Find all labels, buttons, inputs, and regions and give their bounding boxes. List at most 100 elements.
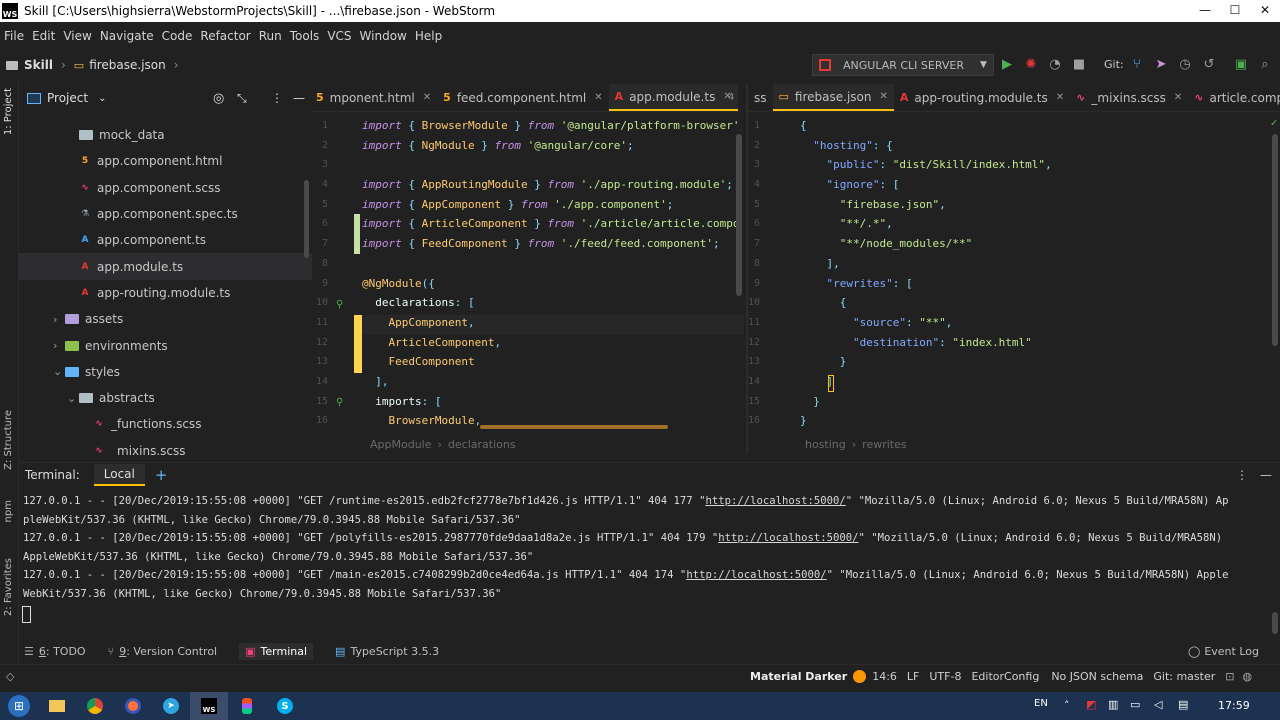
clock[interactable]: 17:59 <box>1218 699 1250 712</box>
tree-item[interactable]: › assets <box>19 306 312 332</box>
collapse-all-icon[interactable]: ⤡ <box>237 91 247 106</box>
terminal-output[interactable]: 127.0.0.1 - - [20/Dec/2019:15:55:08 +000… <box>19 492 1272 632</box>
breadcrumb-project[interactable]: Skill <box>24 58 53 72</box>
locate-icon[interactable]: ◎ <box>213 91 224 106</box>
hide-panel-icon[interactable]: — <box>293 91 305 105</box>
menu-navigate[interactable]: Navigate <box>100 29 154 43</box>
tree-item[interactable]: ∿ app.component.scss <box>19 175 312 201</box>
close-tab-icon[interactable]: ✕ <box>1174 92 1182 103</box>
hide-tool-windows-icon[interactable]: ◇ <box>6 670 14 683</box>
taskbar-webstorm[interactable]: WS <box>190 692 228 720</box>
search-icon[interactable]: ⌕ <box>1256 56 1274 74</box>
memory-indicator-icon[interactable]: ◍ <box>1242 670 1252 683</box>
start-button[interactable]: ⊞ <box>0 692 38 720</box>
event-log-button[interactable]: ◯ Event Log <box>1188 645 1259 658</box>
favorites-side-tab[interactable]: 2: Favorites <box>3 558 14 616</box>
run-icon[interactable]: ▶ <box>998 56 1016 74</box>
right-editor-vscroll[interactable] <box>1272 134 1278 346</box>
menu-code[interactable]: Code <box>162 29 193 43</box>
editor-tab[interactable]: Aapp.module.ts ✕ <box>608 84 738 111</box>
left-editor-code[interactable]: import { BrowserModule } from '@angular/… <box>362 116 742 428</box>
terminal-link[interactable]: http://localhost:5000/ <box>705 495 845 507</box>
menu-window[interactable]: Window <box>360 29 407 43</box>
tool-window-terminal[interactable]: ▣ Terminal <box>239 642 314 660</box>
maximize-button[interactable]: ☐ <box>1220 0 1250 22</box>
line-separator[interactable]: LF <box>907 670 919 683</box>
tool-window-typescript[interactable]: ▤ TypeScript 3.5.3 <box>335 645 439 658</box>
tree-item[interactable]: ∿ _mixins.scss <box>19 438 312 457</box>
git-branch[interactable]: Git: master <box>1153 670 1215 683</box>
minimize-button[interactable]: — <box>1190 0 1220 22</box>
tree-item[interactable]: ⚗ app.component.spec.ts <box>19 201 312 227</box>
editor-tab[interactable]: Aar <box>738 84 740 111</box>
terminal-link[interactable]: http://localhost:5000/ <box>686 569 826 581</box>
history-icon[interactable]: ◷ <box>1176 56 1194 74</box>
tree-item[interactable]: 5 app.component.html <box>19 148 312 174</box>
taskbar-skype[interactable]: S <box>266 692 304 720</box>
tree-item[interactable]: ⌄ styles <box>19 359 312 385</box>
taskbar-telegram[interactable]: ➤ <box>152 692 190 720</box>
close-tab-icon[interactable]: ✕ <box>880 91 888 102</box>
tray-display-icon[interactable]: ▭ <box>1130 698 1140 711</box>
git-update-icon[interactable]: ⑂ <box>1128 56 1146 74</box>
lock-icon[interactable]: ⊡ <box>1225 670 1234 683</box>
tree-item[interactable]: Aapp-routing.module.ts <box>19 280 312 306</box>
editor-tab[interactable]: Aapp-routing.module.ts ✕ <box>894 84 1070 111</box>
menu-help[interactable]: Help <box>415 29 442 43</box>
menu-file[interactable]: File <box>4 29 24 43</box>
terminal-link[interactable]: http://localhost:5000/ <box>718 532 858 544</box>
language-indicator[interactable]: EN <box>1034 698 1048 709</box>
menu-refactor[interactable]: Refactor <box>200 29 250 43</box>
tray-up-icon[interactable]: ˄ <box>1064 699 1070 712</box>
close-tab-icon[interactable]: ✕ <box>1056 92 1064 103</box>
tree-item[interactable]: › environments <box>19 332 312 358</box>
more-options-icon[interactable]: ⋮ <box>1236 468 1248 482</box>
git-push-icon[interactable]: ➤ <box>1152 56 1170 74</box>
project-scrollbar[interactable] <box>304 180 309 258</box>
breadcrumb-item[interactable]: declarations <box>448 438 516 451</box>
left-editor-hscroll[interactable] <box>480 425 668 429</box>
rollback-icon[interactable]: ↺ <box>1200 56 1218 74</box>
tool-window-vcs[interactable]: ⑂ 9: Version Control <box>108 645 218 658</box>
close-button[interactable]: ✕ <box>1250 0 1280 22</box>
tree-item[interactable]: mock_data <box>19 122 312 148</box>
right-editor-code[interactable]: { "hosting": { "public": "dist/Skill/ind… <box>800 116 1270 428</box>
more-options-icon[interactable]: ⋮ <box>271 91 283 105</box>
gutter-icon[interactable]: ⚲ <box>336 397 343 408</box>
breadcrumb-item[interactable]: AppModule <box>370 438 432 451</box>
editor-tab[interactable]: ∿ _mixins.scss ✕ <box>1070 84 1188 111</box>
caret-position[interactable]: 14:6 <box>872 670 897 683</box>
tree-item[interactable]: ∿ _functions.scss <box>19 411 312 437</box>
tray-network-icon[interactable]: ▥ <box>1108 698 1118 711</box>
editor-tab[interactable]: ss <box>748 84 773 111</box>
editor-tab[interactable]: 5 mponent.html ✕ <box>310 84 437 111</box>
menu-view[interactable]: View <box>63 29 91 43</box>
tab-overflow-count[interactable]: 4 <box>728 92 734 103</box>
run-configuration-select[interactable]: ANGULAR CLI SERVER ▼ <box>812 54 994 76</box>
menu-tools[interactable]: Tools <box>290 29 320 43</box>
taskbar-explorer[interactable] <box>38 692 76 720</box>
tray-antivirus-icon[interactable]: ◩ <box>1086 698 1096 711</box>
terminal-tab-local[interactable]: Local <box>93 463 145 486</box>
taskbar-chrome[interactable] <box>76 692 114 720</box>
tree-item[interactable]: ⌄ abstracts <box>19 385 312 411</box>
json-schema-status[interactable]: No JSON schema <box>1051 670 1143 683</box>
menu-run[interactable]: Run <box>259 29 282 43</box>
breadcrumb-item[interactable]: rewrites <box>862 438 906 451</box>
terminal-scrollbar[interactable] <box>1272 612 1278 634</box>
breadcrumb-item[interactable]: hosting <box>805 438 846 451</box>
npm-side-tab[interactable]: npm <box>3 500 14 522</box>
project-side-tab[interactable]: 1: Project <box>3 88 14 135</box>
left-editor-vscroll[interactable] <box>736 134 742 296</box>
stop-icon[interactable]: ■ <box>1070 56 1088 74</box>
debug-icon[interactable]: ✺ <box>1022 56 1040 74</box>
breadcrumb-file[interactable]: firebase.json <box>89 58 166 72</box>
terminal-toolbar-icon[interactable]: ▣ <box>1232 56 1250 74</box>
structure-side-tab[interactable]: Z: Structure <box>3 410 14 470</box>
close-tab-icon[interactable]: ✕ <box>594 92 602 103</box>
menu-vcs[interactable]: VCS <box>327 29 351 43</box>
menu-edit[interactable]: Edit <box>32 29 55 43</box>
theme-label[interactable]: Material Darker <box>750 670 847 683</box>
file-encoding[interactable]: UTF-8 <box>929 670 961 683</box>
taskbar-figma[interactable] <box>228 692 266 720</box>
